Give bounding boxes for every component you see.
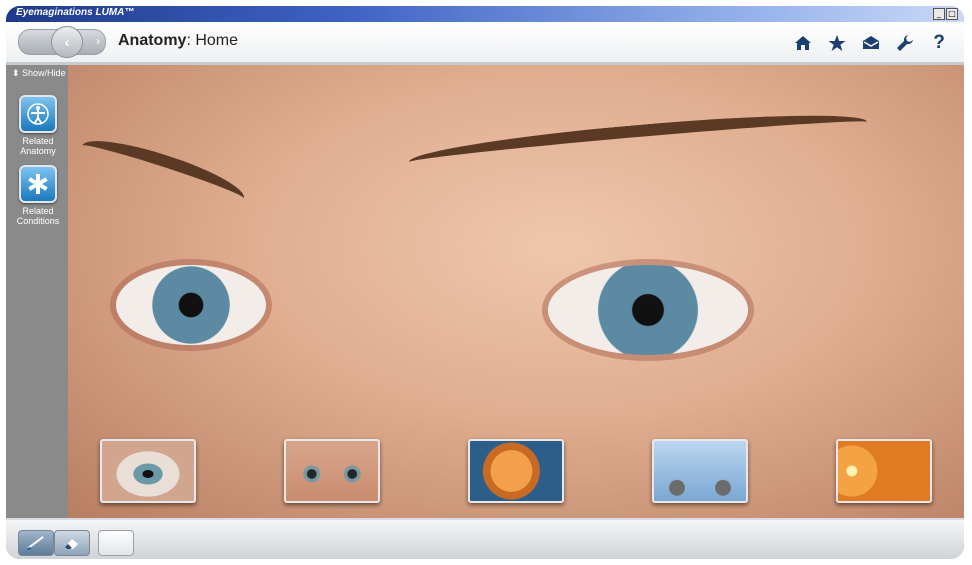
window-title: Eyemaginations LUMA™	[16, 7, 135, 18]
related-anatomy-label: Related Anatomy	[20, 136, 56, 156]
thumbnail-eye-closeup[interactable]	[100, 439, 196, 503]
right-eye	[548, 265, 748, 355]
breadcrumb-section: Anatomy	[118, 32, 187, 49]
chevron-left-icon: ‹	[64, 34, 70, 50]
show-hide-label: Show/Hide	[22, 68, 66, 78]
right-eyebrow	[407, 105, 869, 179]
wrench-icon[interactable]	[894, 32, 916, 54]
title-bar: Eyemaginations LUMA™ _ □	[6, 6, 964, 22]
thumbnail-retina[interactable]	[836, 439, 932, 503]
related-anatomy-button[interactable]: Related Anatomy	[12, 95, 64, 156]
related-conditions-label: Related Conditions	[16, 206, 60, 226]
pen-icon	[26, 536, 44, 550]
app-window: Eyemaginations LUMA™ _ □ ‹ › Anatomy: Ho…	[6, 6, 964, 559]
bottom-toolbar	[6, 518, 964, 559]
nav-controls: ‹ ›	[18, 26, 107, 58]
sidebar: ⬍ Show/Hide Related Anatomy Related Cond…	[6, 65, 68, 518]
thumbnail-eyes-face[interactable]	[284, 439, 380, 503]
help-icon[interactable]: ?	[928, 32, 950, 54]
show-hide-toggle[interactable]: ⬍ Show/Hide	[12, 68, 66, 79]
left-eyebrow	[76, 129, 250, 215]
medical-star-icon	[19, 165, 57, 203]
forward-button[interactable]: ›	[89, 32, 107, 50]
thumbnail-eye-cross-section[interactable]	[468, 439, 564, 503]
blank-tool-button[interactable]	[98, 530, 134, 556]
maximize-button[interactable]: □	[946, 8, 958, 20]
toolbar: ‹ › Anatomy: Home ?	[6, 22, 964, 65]
thumbnail-optic-pathway[interactable]	[652, 439, 748, 503]
breadcrumb: Anatomy: Home	[118, 32, 239, 49]
back-button[interactable]: ‹	[51, 26, 83, 58]
eraser-icon	[65, 539, 78, 549]
left-eye	[116, 265, 266, 345]
hero-image	[68, 65, 964, 518]
vitruvian-icon	[19, 95, 57, 133]
star-icon[interactable]	[826, 32, 848, 54]
minimize-button[interactable]: _	[933, 8, 945, 20]
mail-icon[interactable]	[860, 32, 882, 54]
eraser-tool-button[interactable]	[54, 530, 90, 556]
related-conditions-button[interactable]: Related Conditions	[12, 165, 64, 226]
toolbar-icons: ?	[792, 32, 950, 54]
chevron-right-icon: ›	[96, 34, 100, 48]
window-controls: _ □	[933, 8, 958, 20]
home-icon[interactable]	[792, 32, 814, 54]
breadcrumb-page: Home	[195, 32, 239, 49]
pen-tool-button[interactable]	[18, 530, 54, 556]
